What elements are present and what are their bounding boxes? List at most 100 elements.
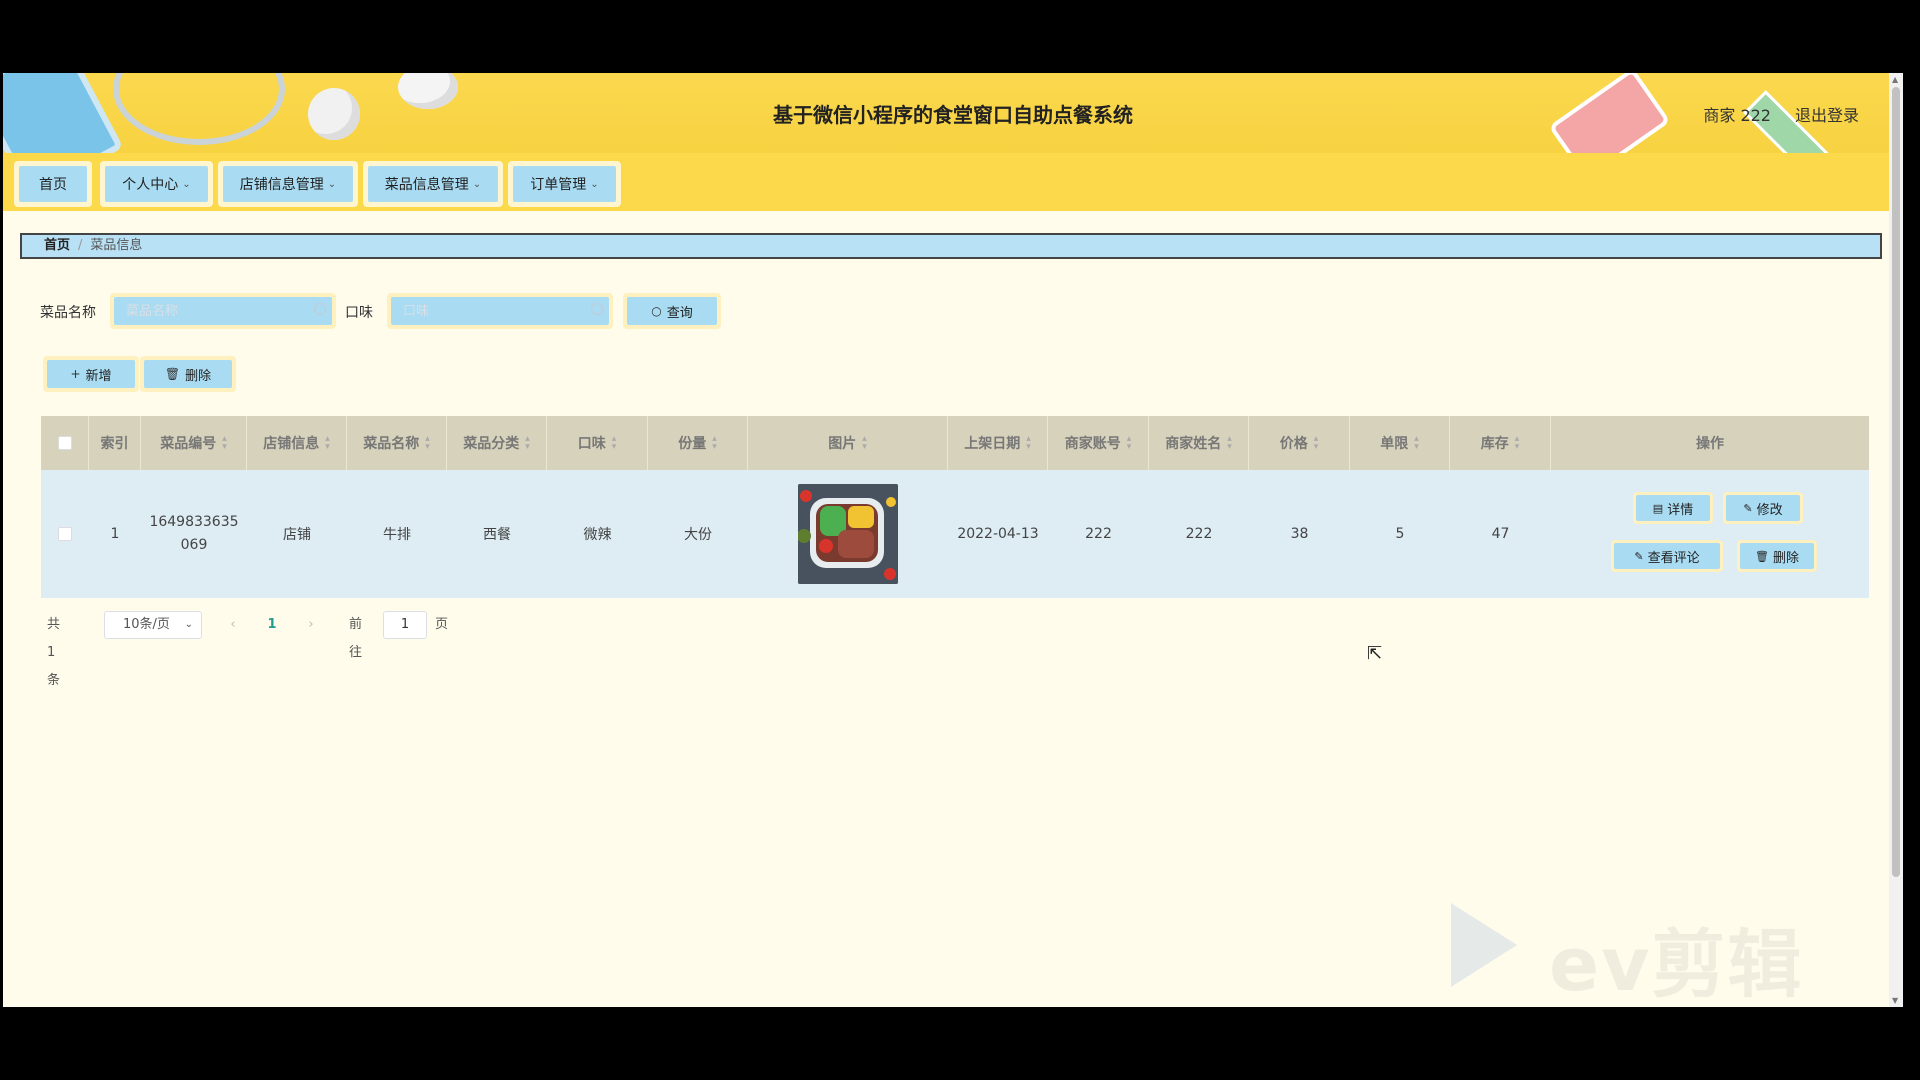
nav-item-home[interactable]: 首页 <box>14 161 92 207</box>
nav-item-shop-management[interactable]: 店铺信息管理 ⌄ <box>218 161 358 207</box>
sort-icon[interactable]: ▴ ▾ <box>712 435 717 452</box>
goto-page-input[interactable]: 1 <box>383 611 427 639</box>
column-header[interactable]: 商家姓名 ▴ ▾ <box>1149 416 1249 470</box>
sort-icon[interactable]: ▴ ▾ <box>222 435 227 452</box>
chevron-down-icon: ⌄ <box>590 178 599 190</box>
cell-account: 222 <box>1085 526 1112 542</box>
page-size-select[interactable]: 10条/页 ⌄ <box>104 611 202 639</box>
app-title: 基于微信小程序的食堂窗口自助点餐系统 <box>773 103 1133 127</box>
detail-button[interactable]: ▤ 详情 <box>1633 492 1713 524</box>
column-header-label: 图片 <box>828 436 857 452</box>
delete-label: 删除 <box>185 368 212 384</box>
header: 基于微信小程序的食堂窗口自助点餐系统 商家 222 退出登录 <box>3 73 1903 153</box>
column-header[interactable]: 上架日期 ▴ ▾ <box>948 416 1048 470</box>
column-header-label: 索引 <box>100 436 129 452</box>
comments-label: 查看评论 <box>1647 550 1700 566</box>
dish-image[interactable] <box>798 484 898 584</box>
nav-label: 店铺信息管理 <box>239 177 324 193</box>
cell-taste: 微辣 <box>583 527 612 543</box>
cell-portion: 大份 <box>684 527 712 543</box>
top-nav: 首页 个人中心 ⌄ 店铺信息管理 ⌄ 菜品信息管理 ⌄ 订单管理 ⌄ <box>3 153 1903 211</box>
cell-stock: 47 <box>1491 526 1510 542</box>
column-header-label: 菜品编号 <box>160 436 217 452</box>
cell-price: 38 <box>1290 526 1309 542</box>
column-header-label: 价格 <box>1279 436 1308 452</box>
prev-page-button[interactable]: ‹ <box>219 611 247 639</box>
user-info: 商家 222 <box>1703 106 1771 125</box>
search-icon: ○ <box>651 304 662 318</box>
scroll-thumb[interactable] <box>1892 87 1900 877</box>
dish-photo <box>798 484 898 584</box>
chevron-down-icon: ⌄ <box>182 178 191 190</box>
row-delete-label: 删除 <box>1772 550 1799 566</box>
query-button[interactable]: ○ 查询 <box>623 293 721 329</box>
row-checkbox[interactable] <box>58 527 72 541</box>
row-select-cell <box>41 470 89 598</box>
nav-item-order-management[interactable]: 订单管理 ⌄ <box>508 161 621 207</box>
column-header[interactable]: 图片 ▴ ▾ <box>748 416 948 470</box>
nav-item-personal-center[interactable]: 个人中心 ⌄ <box>100 161 213 207</box>
column-header[interactable]: 菜品分类 ▴ ▾ <box>447 416 547 470</box>
page-unit-label: 页 <box>435 617 449 632</box>
column-header[interactable]: 份量 ▴ ▾ <box>648 416 748 470</box>
column-header[interactable]: 菜品名称 ▴ ▾ <box>347 416 447 470</box>
pencil-icon: ✎ <box>1634 549 1644 563</box>
sort-icon[interactable]: ▴ ▾ <box>612 435 617 452</box>
sort-icon[interactable]: ▴ ▾ <box>1314 435 1319 452</box>
sort-icon[interactable]: ▴ ▾ <box>862 435 867 452</box>
search-icon <box>314 303 326 315</box>
column-header[interactable]: 价格 ▴ ▾ <box>1249 416 1350 470</box>
edit-button[interactable]: ✎ 修改 <box>1723 492 1803 524</box>
sort-icon[interactable]: ▴ ▾ <box>325 435 330 452</box>
column-header[interactable]: 店铺信息 ▴ ▾ <box>247 416 347 470</box>
column-header[interactable]: 库存 ▴ ▾ <box>1450 416 1551 470</box>
sort-icon[interactable]: ▴ ▾ <box>1414 435 1419 452</box>
batch-delete-button[interactable]: 🗑 删除 <box>140 356 236 392</box>
dish-name-input[interactable] <box>114 297 332 325</box>
code-line: 069 <box>180 537 208 553</box>
taste-search <box>387 293 613 329</box>
breadcrumb-separator: / <box>78 238 83 253</box>
column-header[interactable]: 单限 ▴ ▾ <box>1350 416 1450 470</box>
cell-category: 西餐 <box>483 527 511 543</box>
column-header-label: 上架日期 <box>964 436 1021 452</box>
column-header[interactable]: 口味 ▴ ▾ <box>547 416 648 470</box>
trash-icon: 🗑 <box>164 367 181 381</box>
cell-limit: 5 <box>1395 526 1405 542</box>
play-icon <box>1451 903 1517 987</box>
vertical-scrollbar[interactable]: ▲ ▼ <box>1889 73 1903 1007</box>
scroll-up-icon[interactable]: ▲ <box>1892 75 1898 84</box>
nav-label: 首页 <box>39 177 67 193</box>
add-button[interactable]: + 新增 <box>43 356 139 392</box>
taste-input[interactable] <box>391 297 609 325</box>
trash-icon: 🗑 <box>1755 549 1769 563</box>
sort-icon[interactable]: ▴ ▾ <box>1026 435 1031 452</box>
column-header-label: 库存 <box>1480 436 1509 452</box>
row-delete-button[interactable]: 🗑 删除 <box>1737 540 1817 572</box>
cell-name: 牛排 <box>383 527 411 543</box>
chevron-down-icon: ⌄ <box>472 178 482 190</box>
sort-icon[interactable]: ▴ ▾ <box>1127 435 1132 452</box>
page-number[interactable]: 1 <box>258 611 286 639</box>
select-all-checkbox[interactable] <box>57 436 72 450</box>
breadcrumb-home[interactable]: 首页 <box>44 238 70 253</box>
sort-icon[interactable]: ▴ ▾ <box>1515 435 1520 452</box>
scroll-down-icon[interactable]: ▼ <box>1892 996 1898 1005</box>
column-header[interactable]: 商家账号 ▴ ▾ <box>1048 416 1149 470</box>
column-header[interactable]: 菜品编号 ▴ ▾ <box>141 416 247 470</box>
view-comments-button[interactable]: ✎ 查看评论 <box>1611 540 1723 572</box>
code-line: 1649833635 <box>149 514 239 530</box>
sort-icon[interactable]: ▴ ▾ <box>425 435 430 452</box>
sort-icon[interactable]: ▴ ▾ <box>1227 435 1232 452</box>
table-header: 索引 菜品编号 ▴ ▾ 店铺信息 ▴ ▾ 菜品名称 ▴ ▾ 菜品分类 ▴ ▾ 口味 ▴ ▾ 份量 ▴ ▾… <box>41 416 1869 470</box>
watermark: ev剪辑 <box>1451 903 1831 1007</box>
next-page-button[interactable]: › <box>297 611 325 639</box>
taste-label: 口味 <box>345 305 373 321</box>
nav-label: 菜品信息管理 <box>384 177 469 193</box>
chevron-down-icon: ⌄ <box>327 178 337 190</box>
logout-link[interactable]: 退出登录 <box>1795 102 1859 126</box>
nav-item-dish-management[interactable]: 菜品信息管理 ⌄ <box>363 161 503 207</box>
chevron-down-icon: ⌄ <box>184 619 193 630</box>
sort-icon[interactable]: ▴ ▾ <box>525 435 530 452</box>
select-all-cell <box>41 416 89 470</box>
